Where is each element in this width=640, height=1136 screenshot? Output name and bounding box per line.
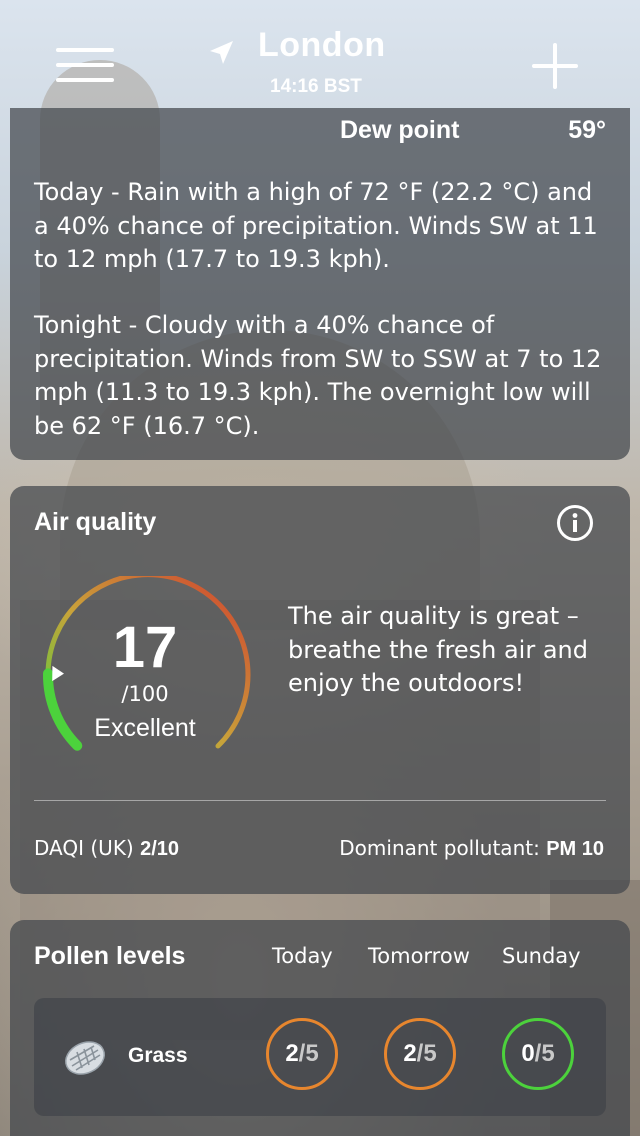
grass-level-today: 2/5 — [266, 1018, 338, 1090]
city-name[interactable]: London — [258, 26, 386, 65]
air-quality-index-max: /100 — [121, 682, 169, 706]
pollen-day-tomorrow: Tomorrow — [368, 944, 470, 968]
location-arrow-icon — [210, 41, 233, 64]
gauge-marker — [52, 665, 65, 682]
level-max: /5 — [534, 1040, 555, 1067]
level-max: /5 — [416, 1040, 437, 1067]
hamburger-menu-icon[interactable] — [56, 48, 114, 84]
level-value: 2 — [403, 1040, 417, 1067]
grass-level-sunday: 0/5 — [502, 1018, 574, 1090]
tonight-forecast-text: Tonight - Cloudy with a 40% chance of pr… — [34, 311, 602, 440]
daqi-value: 2/10 — [140, 838, 180, 860]
level-max: /5 — [298, 1040, 319, 1067]
forecast-details-card: Dew point 59° Today - Rain with a high o… — [10, 108, 630, 460]
air-quality-index-value: 17 — [112, 615, 178, 680]
pollen-day-today: Today — [272, 944, 333, 968]
header: London 14:16 BST — [0, 0, 640, 110]
grass-pollen-icon — [65, 1041, 105, 1075]
air-quality-rating: Excellent — [94, 714, 196, 742]
gauge-fill — [43, 668, 83, 751]
air-quality-card[interactable]: Air quality 17 /100 Excellent The air qu… — [10, 486, 630, 894]
daqi-label: DAQI (UK) — [34, 836, 134, 860]
pollen-levels-title: Pollen levels — [34, 942, 186, 970]
level-value: 0 — [521, 1040, 535, 1067]
divider — [34, 800, 606, 801]
grass-label: Grass — [128, 1044, 188, 1067]
level-value: 2 — [285, 1040, 299, 1067]
daqi-index: DAQI (UK) 2/10 — [34, 836, 179, 861]
air-quality-description: The air quality is great – breathe the f… — [288, 602, 588, 697]
pollutant-label: Dominant pollutant: — [339, 836, 540, 860]
info-icon[interactable] — [556, 504, 594, 542]
plus-icon[interactable] — [531, 42, 579, 90]
grass-pollen-row[interactable]: Grass 2/5 2/5 0/5 — [34, 998, 606, 1116]
grass-level-tomorrow: 2/5 — [384, 1018, 456, 1090]
pollutant-value: PM 10 — [546, 838, 604, 860]
local-time: 14:16 BST — [270, 76, 362, 97]
dominant-pollutant: Dominant pollutant: PM 10 — [339, 836, 604, 861]
dew-point-label: Dew point — [340, 116, 460, 144]
dew-point-value: 59° — [568, 116, 606, 144]
air-quality-title: Air quality — [34, 508, 157, 536]
pollen-levels-card[interactable]: Pollen levels Today Tomorrow Sunday Gras… — [10, 920, 630, 1136]
today-forecast-text: Today - Rain with a high of 72 °F (22.2 … — [34, 178, 598, 273]
pollen-day-sunday: Sunday — [502, 944, 581, 968]
